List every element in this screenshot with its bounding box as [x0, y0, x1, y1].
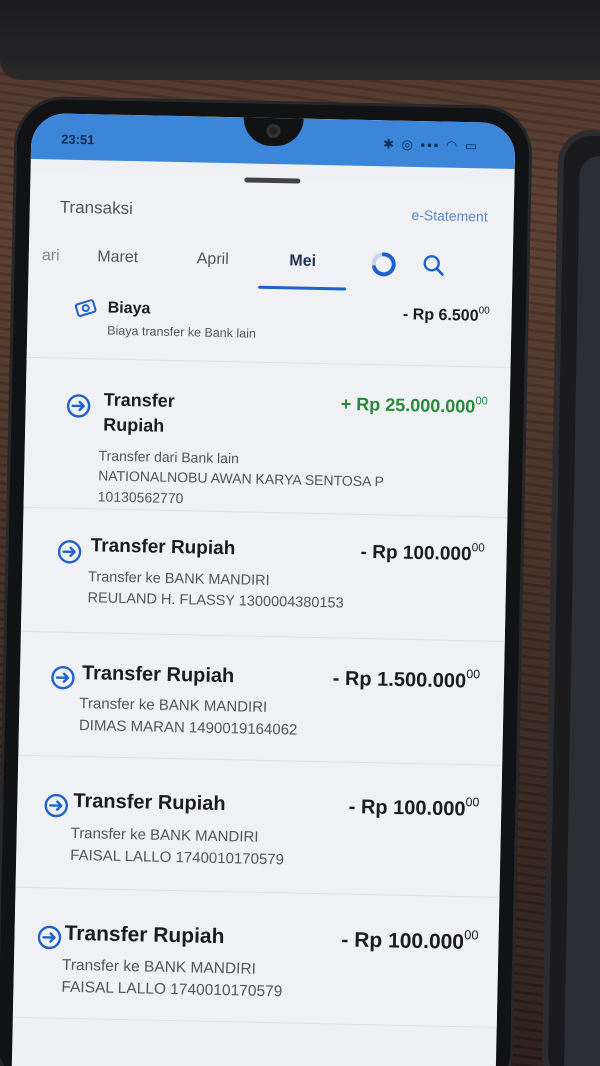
camera-notch: [243, 117, 304, 147]
tab-previous[interactable]: ari: [31, 247, 71, 266]
transaction-name: Transfer Rupiah: [90, 535, 236, 560]
laptop-edge: [0, 0, 600, 80]
amount-value: - Rp 6.500: [402, 306, 479, 325]
transactions-sheet: Transaksi e-Statement ari Maret April Me…: [12, 172, 515, 1028]
transfer-icon: [36, 924, 63, 951]
loading-icon[interactable]: [370, 251, 397, 278]
transfer-icon: [56, 539, 83, 566]
amount-value: + Rp 25.000.000: [340, 393, 476, 417]
transfer-icon: [43, 792, 70, 819]
status-icons: ✱ ◎ ▪▪▪ ◠ ▭: [382, 136, 480, 154]
tab-april[interactable]: April: [165, 250, 261, 270]
transaction-amount: - Rp 100.00000: [360, 539, 484, 566]
amount-cents: 00: [471, 541, 485, 555]
description-line: DIMAS MARAN 1490019164062: [78, 716, 298, 739]
transaction-description: Biaya transfer ke Bank lain: [107, 322, 256, 343]
transaction-row[interactable]: Biaya - Rp 6.50000 Biaya transfer ke Bank …: [26, 289, 512, 369]
amount-value: - Rp 1.500.000: [332, 667, 467, 693]
transaction-amount: - Rp 1.500.00000: [333, 664, 481, 693]
phone-screen: 23:51 ✱ ◎ ▪▪▪ ◠ ▭ Transaksi e-Statement …: [11, 112, 516, 1066]
transaction-description: Transfer ke BANK MANDIRI DIMAS MARAN 1490…: [79, 693, 298, 741]
transfer-icon: [50, 664, 77, 691]
transaction-name: Transfer Rupiah: [64, 921, 225, 949]
transaction-name: Transfer Rupiah: [81, 662, 235, 688]
transaction-row[interactable]: Transfer Rupiah - Rp 100.00000 Transfer ke…: [15, 755, 503, 898]
amount-cents: 00: [478, 305, 490, 317]
transaction-row[interactable]: Transfer Rupiah - Rp 100.00000 Transfer ke…: [12, 887, 500, 1028]
amount-cents: 00: [475, 395, 488, 408]
amount-value: - Rp 100.000: [348, 796, 466, 821]
description-line: REULAND H. FLASSY 1300004380153: [87, 590, 344, 612]
transaction-amount: - Rp 100.00000: [341, 925, 479, 956]
transaction-row[interactable]: Transfer Rupiah + Rp 25.000.00000 Transfer…: [23, 357, 511, 518]
phone: 23:51 ✱ ◎ ▪▪▪ ◠ ▭ Transaksi e-Statement …: [0, 98, 530, 1066]
transaction-row[interactable]: Transfer Rupiah - Rp 100.00000 Transfer ke…: [20, 507, 508, 642]
page-title: Transaksi: [59, 197, 134, 219]
transaction-amount: + Rp 25.000.00000: [340, 392, 487, 417]
transaction-amount: - Rp 100.00000: [349, 793, 480, 822]
transaction-row[interactable]: Transfer Rupiah - Rp 1.500.00000 Transfer …: [18, 631, 505, 766]
search-icon[interactable]: [420, 252, 447, 279]
month-tabs: ari Maret April Mei: [28, 222, 513, 300]
tab-mei[interactable]: Mei: [260, 227, 345, 297]
status-time: 23:51: [61, 131, 95, 148]
amount-value: - Rp 100.000: [360, 541, 472, 566]
description-line: FAISAL LALLO 1740010170579: [61, 979, 283, 1001]
transaction-description: Transfer ke BANK MANDIRI FAISAL LALLO 174…: [70, 823, 285, 871]
amount-cents: 00: [465, 795, 480, 810]
transaction-description: Transfer ke BANK MANDIRI FAISAL LALLO 174…: [61, 955, 283, 1005]
amount-cents: 00: [466, 667, 481, 682]
amount-value: - Rp 100.000: [341, 928, 465, 954]
transaction-description: Transfer dari Bank lain NATIONALNOBU AWAN…: [98, 445, 385, 512]
description-line: Biaya transfer ke Bank lain: [107, 323, 257, 341]
transfer-icon: [65, 393, 92, 420]
transaction-name: Transfer Rupiah: [103, 389, 176, 436]
transaction-list: Biaya - Rp 6.50000 Biaya transfer ke Bank …: [12, 289, 512, 1028]
fee-icon: [73, 295, 100, 322]
description-line: FAISAL LALLO 1740010170579: [70, 846, 285, 869]
estatement-link[interactable]: e-Statement: [411, 207, 488, 225]
tab-maret[interactable]: Maret: [71, 248, 165, 268]
transaction-name: Biaya: [107, 299, 151, 318]
status-bar: 23:51 ✱ ◎ ▪▪▪ ◠ ▭: [30, 112, 516, 170]
transaction-name: Transfer Rupiah: [73, 789, 226, 816]
transaction-description: Transfer ke BANK MANDIRI REULAND H. FLASS…: [87, 567, 344, 614]
transaction-amount: - Rp 6.50000: [403, 304, 490, 326]
amount-cents: 00: [464, 927, 479, 943]
